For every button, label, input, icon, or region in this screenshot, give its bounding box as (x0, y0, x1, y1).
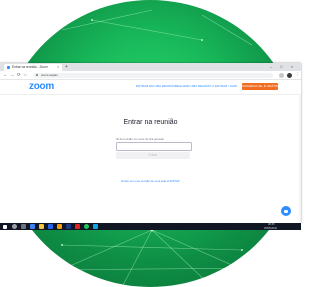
browser-window: Entrar na reunião - Zoom × + – □ × ← → ⟳… (0, 63, 301, 223)
url-bar[interactable]: zoom.us/join (33, 72, 273, 78)
back-button[interactable]: ← (3, 71, 8, 79)
lock-icon (36, 73, 38, 76)
windows-taskbar: 08:45 05/05/2020 (0, 223, 301, 230)
tab-title: Entrar na reunião - Zoom (12, 65, 48, 69)
browser-tab-bar: Entrar na reunião - Zoom × + – □ × (0, 63, 301, 71)
windows-start-icon[interactable] (3, 224, 7, 229)
store-icon[interactable] (48, 224, 53, 229)
extension-icon[interactable] (279, 72, 284, 78)
maximize-button[interactable]: □ (280, 63, 282, 71)
zoom-logo[interactable]: zoom (29, 81, 54, 93)
join-button[interactable]: Entrar (116, 152, 190, 159)
page-scrollbar[interactable] (299, 94, 301, 223)
nav-sign-in[interactable]: ENTRAR / SAIR (215, 84, 237, 89)
edge-icon[interactable] (30, 224, 35, 229)
chrome-icon[interactable] (84, 224, 89, 229)
close-window-button[interactable]: × (291, 63, 293, 71)
tab-close-icon[interactable]: × (57, 64, 59, 71)
minimize-button[interactable]: – (270, 63, 272, 71)
forward-button[interactable]: → (10, 71, 15, 79)
file-explorer-icon[interactable] (39, 224, 44, 229)
reload-button[interactable]: ⟳ (17, 71, 21, 79)
meeting-id-field[interactable] (116, 142, 192, 159)
word-icon[interactable] (66, 224, 71, 229)
address-bar-row: ← → ⟳ ⌂ zoom.us/join ⋮ (0, 71, 301, 80)
task-view-icon[interactable] (21, 224, 26, 229)
signup-button[interactable]: INSCREVA-SE, É GRÁTIS (242, 83, 278, 90)
meeting-id-label: ID da reunião ou nome do link pessoal (116, 137, 164, 141)
url-text: zoom.us/join (41, 72, 58, 77)
pdf-icon[interactable] (75, 224, 80, 229)
new-tab-button[interactable]: + (65, 63, 68, 71)
menu-dots-icon[interactable]: ⋮ (295, 71, 300, 79)
profile-avatar[interactable] (287, 72, 292, 78)
mail-icon[interactable] (57, 224, 62, 229)
app-icon[interactable] (93, 224, 98, 229)
h323-sip-link[interactable]: Entrar em uma reunião de uma sala H.323/… (0, 179, 301, 183)
nav-join-meeting[interactable]: ENTRAR EM UMA REUNIÃO (136, 84, 176, 89)
browser-tab[interactable]: Entrar na reunião - Zoom × (4, 64, 62, 71)
home-button[interactable]: ⌂ (24, 71, 27, 79)
zoom-header: zoom ENTRAR EM UMA REUNIÃO REALIZAR UMA … (0, 80, 301, 95)
help-chat-button[interactable] (281, 206, 291, 216)
page-title: Entrar na reunião (123, 119, 178, 126)
nav-host-meeting[interactable]: REALIZAR UMA REUNIÃO ▾ (175, 84, 214, 89)
zoom-favicon-icon (7, 66, 10, 69)
search-icon[interactable] (12, 224, 17, 229)
clock-date[interactable]: 05/05/2020 (264, 227, 277, 231)
